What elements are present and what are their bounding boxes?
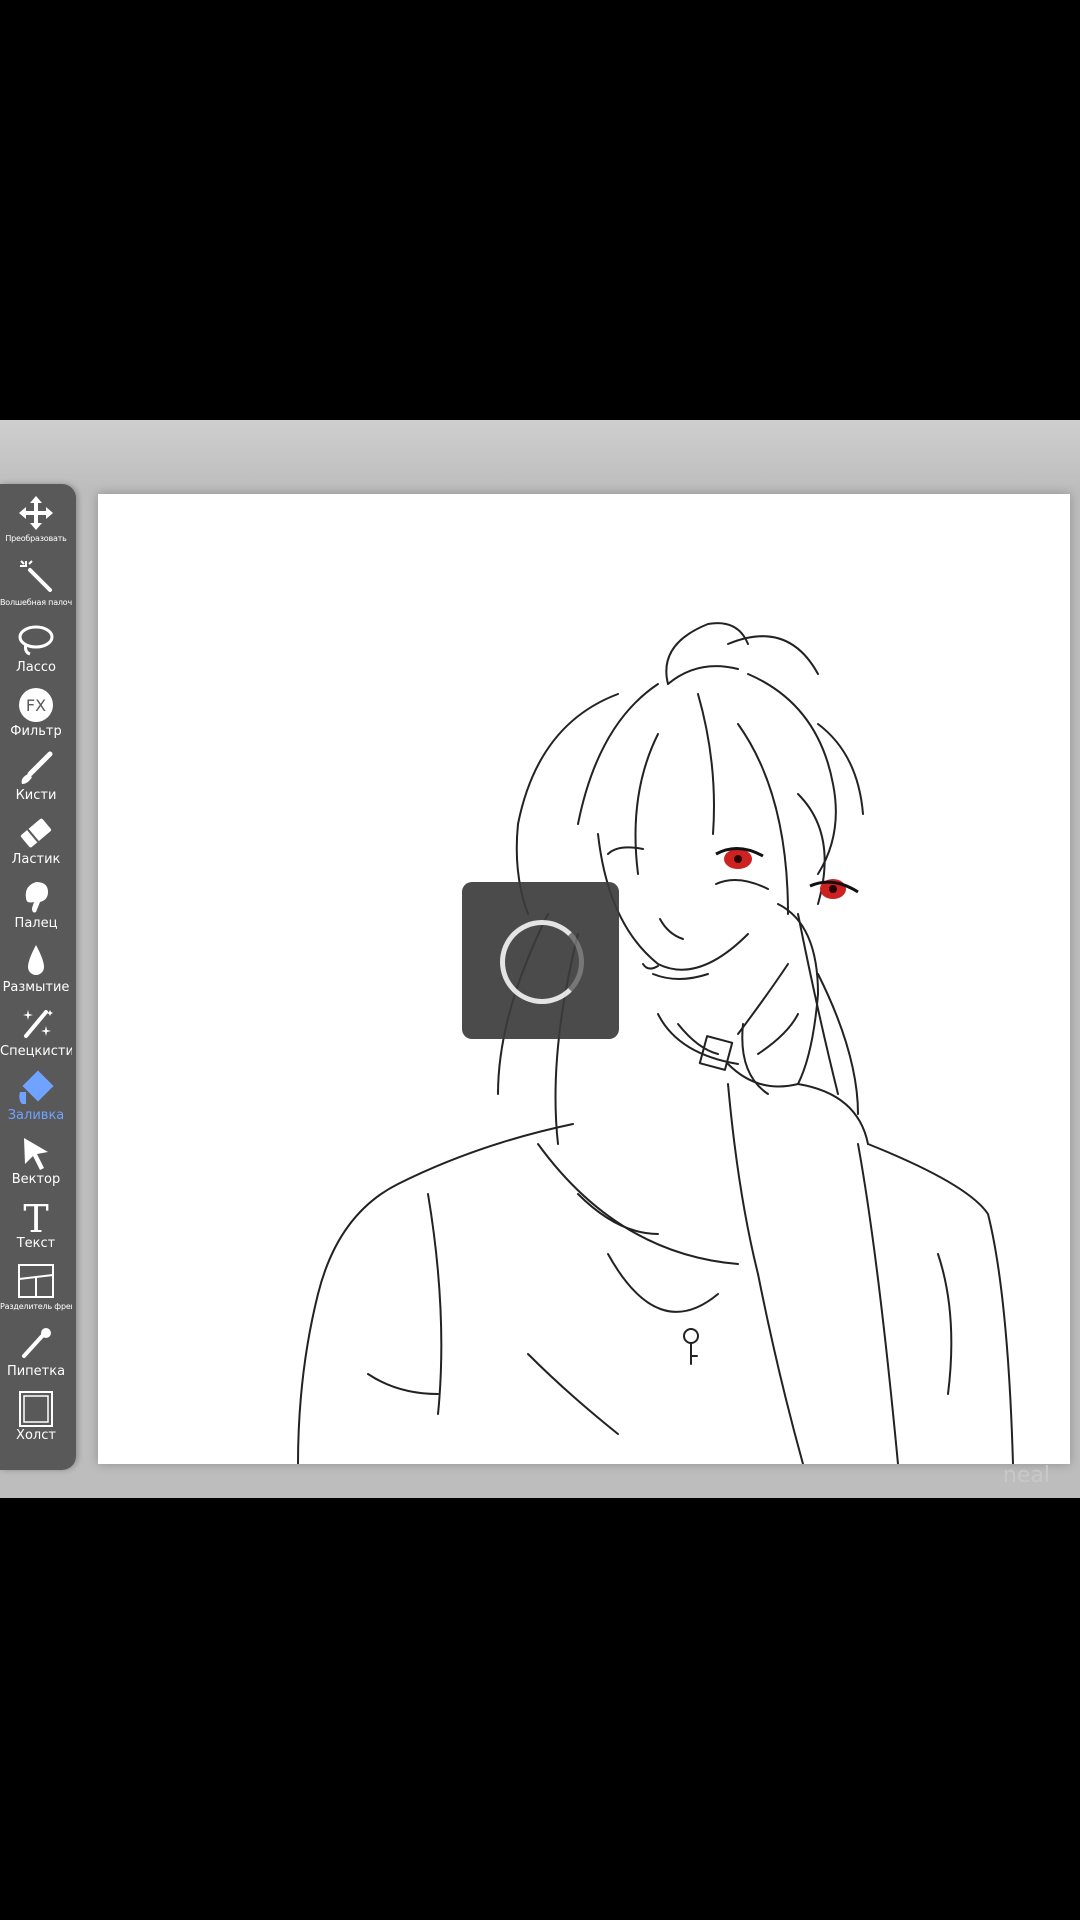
tool-label: Разделитель фреймов [0, 1302, 72, 1311]
tool-fill[interactable]: Заливка [0, 1066, 72, 1130]
vector-cursor-icon [16, 1134, 56, 1172]
blur-drop-icon [16, 942, 56, 980]
tool-label: Вектор [11, 1172, 61, 1187]
tool-label: Холст [16, 1428, 56, 1443]
tool-brush[interactable]: Кисти [0, 746, 72, 810]
tool-label: Преобразовать [5, 534, 67, 543]
fx-icon: FX [16, 686, 56, 724]
move-icon [16, 494, 56, 532]
lasso-icon [16, 622, 56, 660]
tool-label: Заливка [7, 1108, 65, 1123]
tool-eraser[interactable]: Ластик [0, 810, 72, 874]
tool-eyedropper[interactable]: Пипетка [0, 1322, 72, 1386]
text-icon-glyph: T [23, 1198, 48, 1236]
tool-label: Фильтр [10, 724, 62, 739]
finger-icon [16, 878, 56, 916]
tool-special-brush[interactable]: Спецкисти [0, 1002, 72, 1066]
tool-label: Пипетка [6, 1364, 66, 1379]
text-icon: T [16, 1198, 56, 1236]
tool-text[interactable]: T Текст [0, 1194, 72, 1258]
tool-label: Размытие [2, 980, 70, 995]
tool-blur[interactable]: Размытие [0, 938, 72, 1002]
tool-transform[interactable]: Преобразовать [0, 490, 72, 554]
tool-label: Кисти [15, 788, 57, 803]
canvas-icon [16, 1390, 56, 1428]
tool-label: Текст [16, 1236, 56, 1251]
tool-canvas[interactable]: Холст [0, 1386, 72, 1450]
brush-icon [16, 750, 56, 788]
tool-label: Ластик [11, 852, 61, 867]
tool-label: Палец [14, 916, 58, 931]
loading-overlay [462, 882, 619, 1039]
tool-vector[interactable]: Вектор [0, 1130, 72, 1194]
fill-icon [16, 1070, 56, 1108]
special-brush-icon [16, 1006, 56, 1044]
tool-finger[interactable]: Палец [0, 874, 72, 938]
eyedropper-icon [16, 1326, 56, 1364]
fx-icon-text: FX [26, 696, 46, 715]
tool-label: Лассо [16, 660, 56, 675]
tool-magic-wand[interactable]: Волшебная палочка [0, 554, 72, 618]
loading-spinner-icon [500, 920, 584, 1004]
frame-divider-icon [16, 1262, 56, 1300]
tool-sidebar: Преобразовать Волшебная палочка Лассо FX… [0, 484, 76, 1470]
tool-label: Волшебная палочка [0, 598, 72, 607]
tool-filter[interactable]: FX Фильтр [0, 682, 72, 746]
magic-wand-icon [16, 558, 56, 596]
tool-frame-divider[interactable]: Разделитель фреймов [0, 1258, 72, 1322]
eraser-icon [16, 814, 56, 852]
drawing-app: Преобразовать Волшебная палочка Лассо FX… [0, 420, 1080, 1498]
tool-lasso[interactable]: Лассо [0, 618, 72, 682]
watermark: neal [1002, 1463, 1050, 1488]
tool-label: Спецкисти [0, 1044, 72, 1059]
